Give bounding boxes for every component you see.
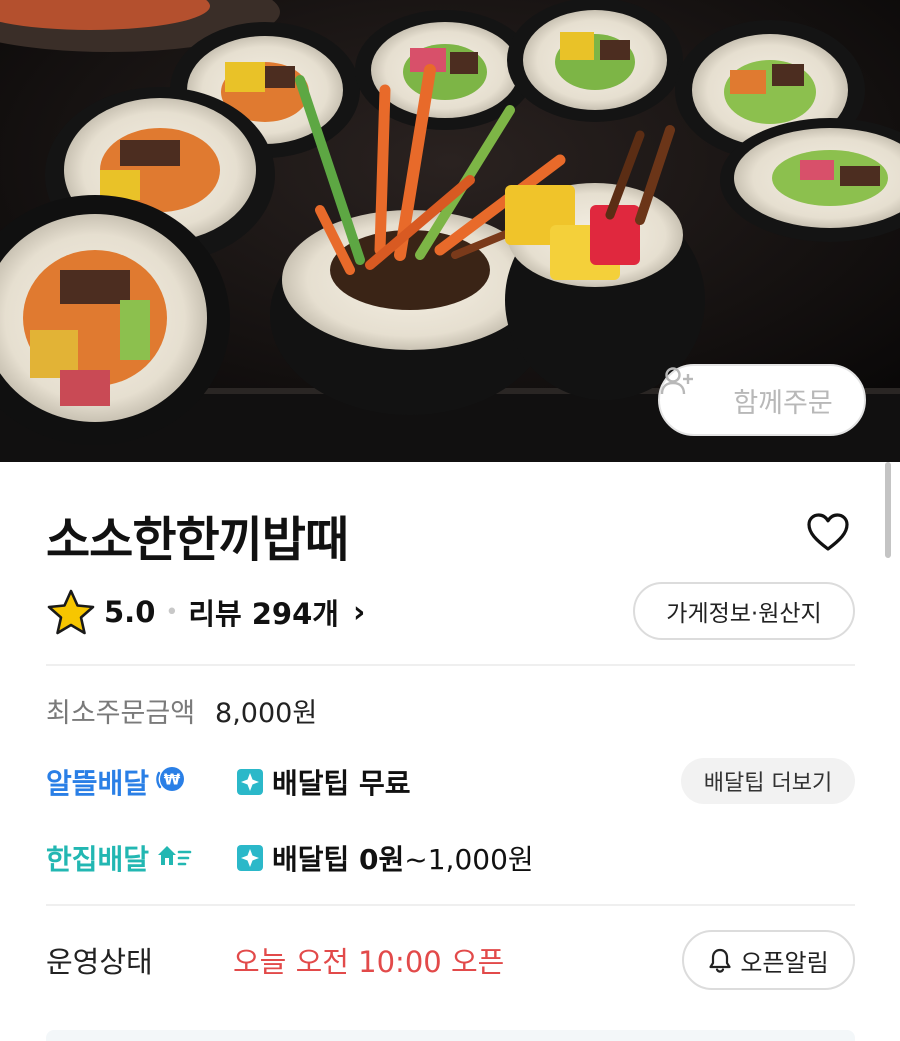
review-label: 리뷰 bbox=[188, 597, 242, 631]
operating-status-row: 운영상태 오늘 오전 10:00 오픈 bbox=[46, 934, 746, 986]
operating-status-label: 운영상태 bbox=[46, 945, 153, 979]
svg-text:₩: ₩ bbox=[164, 770, 181, 788]
min-order-row: 최소주문금액 8,000원 bbox=[46, 688, 317, 732]
review-count: 294개 bbox=[251, 597, 339, 631]
saver-delivery-row: 알뜰배달 ₩ 배달팁 무료 bbox=[46, 758, 646, 806]
page-scrollbar[interactable] bbox=[885, 462, 891, 558]
won-coin-icon: ₩ bbox=[155, 764, 187, 801]
single-tip-text: 배달팁 0원 ~1,000원 bbox=[272, 834, 534, 882]
tip-more-button[interactable]: 배달팁 더보기 bbox=[681, 758, 855, 804]
saver-tip-bold: 배달팁 무료 bbox=[272, 767, 411, 800]
saver-tip-text: 배달팁 무료 bbox=[272, 758, 411, 806]
store-hero-image: 함께주문 bbox=[0, 0, 900, 462]
group-order-button[interactable]: 함께주문 bbox=[658, 364, 866, 436]
store-name: 소소한한끼밥때 bbox=[46, 512, 349, 568]
next-section-edge bbox=[46, 1030, 855, 1041]
rating-separator: • bbox=[165, 599, 179, 625]
sparkle-icon bbox=[236, 768, 264, 796]
speed-house-icon bbox=[155, 841, 193, 876]
single-delivery-label: 한집배달 bbox=[46, 843, 150, 876]
bell-icon bbox=[709, 948, 731, 973]
single-delivery-brand: 한집배달 bbox=[46, 838, 193, 878]
favorite-button[interactable] bbox=[800, 506, 856, 558]
chevron-right-icon: › bbox=[352, 594, 366, 630]
divider bbox=[46, 904, 855, 906]
open-notify-label: 오픈알림 bbox=[740, 948, 829, 977]
single-tip-bold: 배달팁 0원 bbox=[272, 843, 405, 876]
store-info-button[interactable]: 가게정보·원산지 bbox=[633, 582, 855, 640]
divider bbox=[46, 664, 855, 666]
single-tip-rest: ~1,000원 bbox=[404, 843, 534, 876]
operating-status-value: 오늘 오전 10:00 오픈 bbox=[233, 945, 505, 979]
single-delivery-row: 한집배달 배달팁 0원 ~1,000원 bbox=[46, 834, 646, 882]
review-link[interactable]: 리뷰 294개 › bbox=[188, 591, 365, 633]
add-person-icon bbox=[660, 367, 725, 415]
saver-delivery-label: 알뜰배달 bbox=[46, 767, 150, 800]
min-order-label: 최소주문금액 bbox=[46, 697, 196, 729]
group-order-label: 함께주문 bbox=[733, 387, 833, 419]
heart-outline-icon bbox=[807, 513, 849, 551]
open-notify-button[interactable]: 오픈알림 bbox=[682, 930, 855, 990]
min-order-value: 8,000원 bbox=[215, 697, 318, 729]
rating-value: 5.0 bbox=[104, 595, 156, 629]
star-icon bbox=[46, 588, 96, 636]
sparkle-icon bbox=[236, 844, 264, 872]
saver-delivery-brand: 알뜰배달 ₩ bbox=[46, 762, 187, 802]
rating-row: 5.0 • 리뷰 294개 › bbox=[46, 586, 365, 638]
